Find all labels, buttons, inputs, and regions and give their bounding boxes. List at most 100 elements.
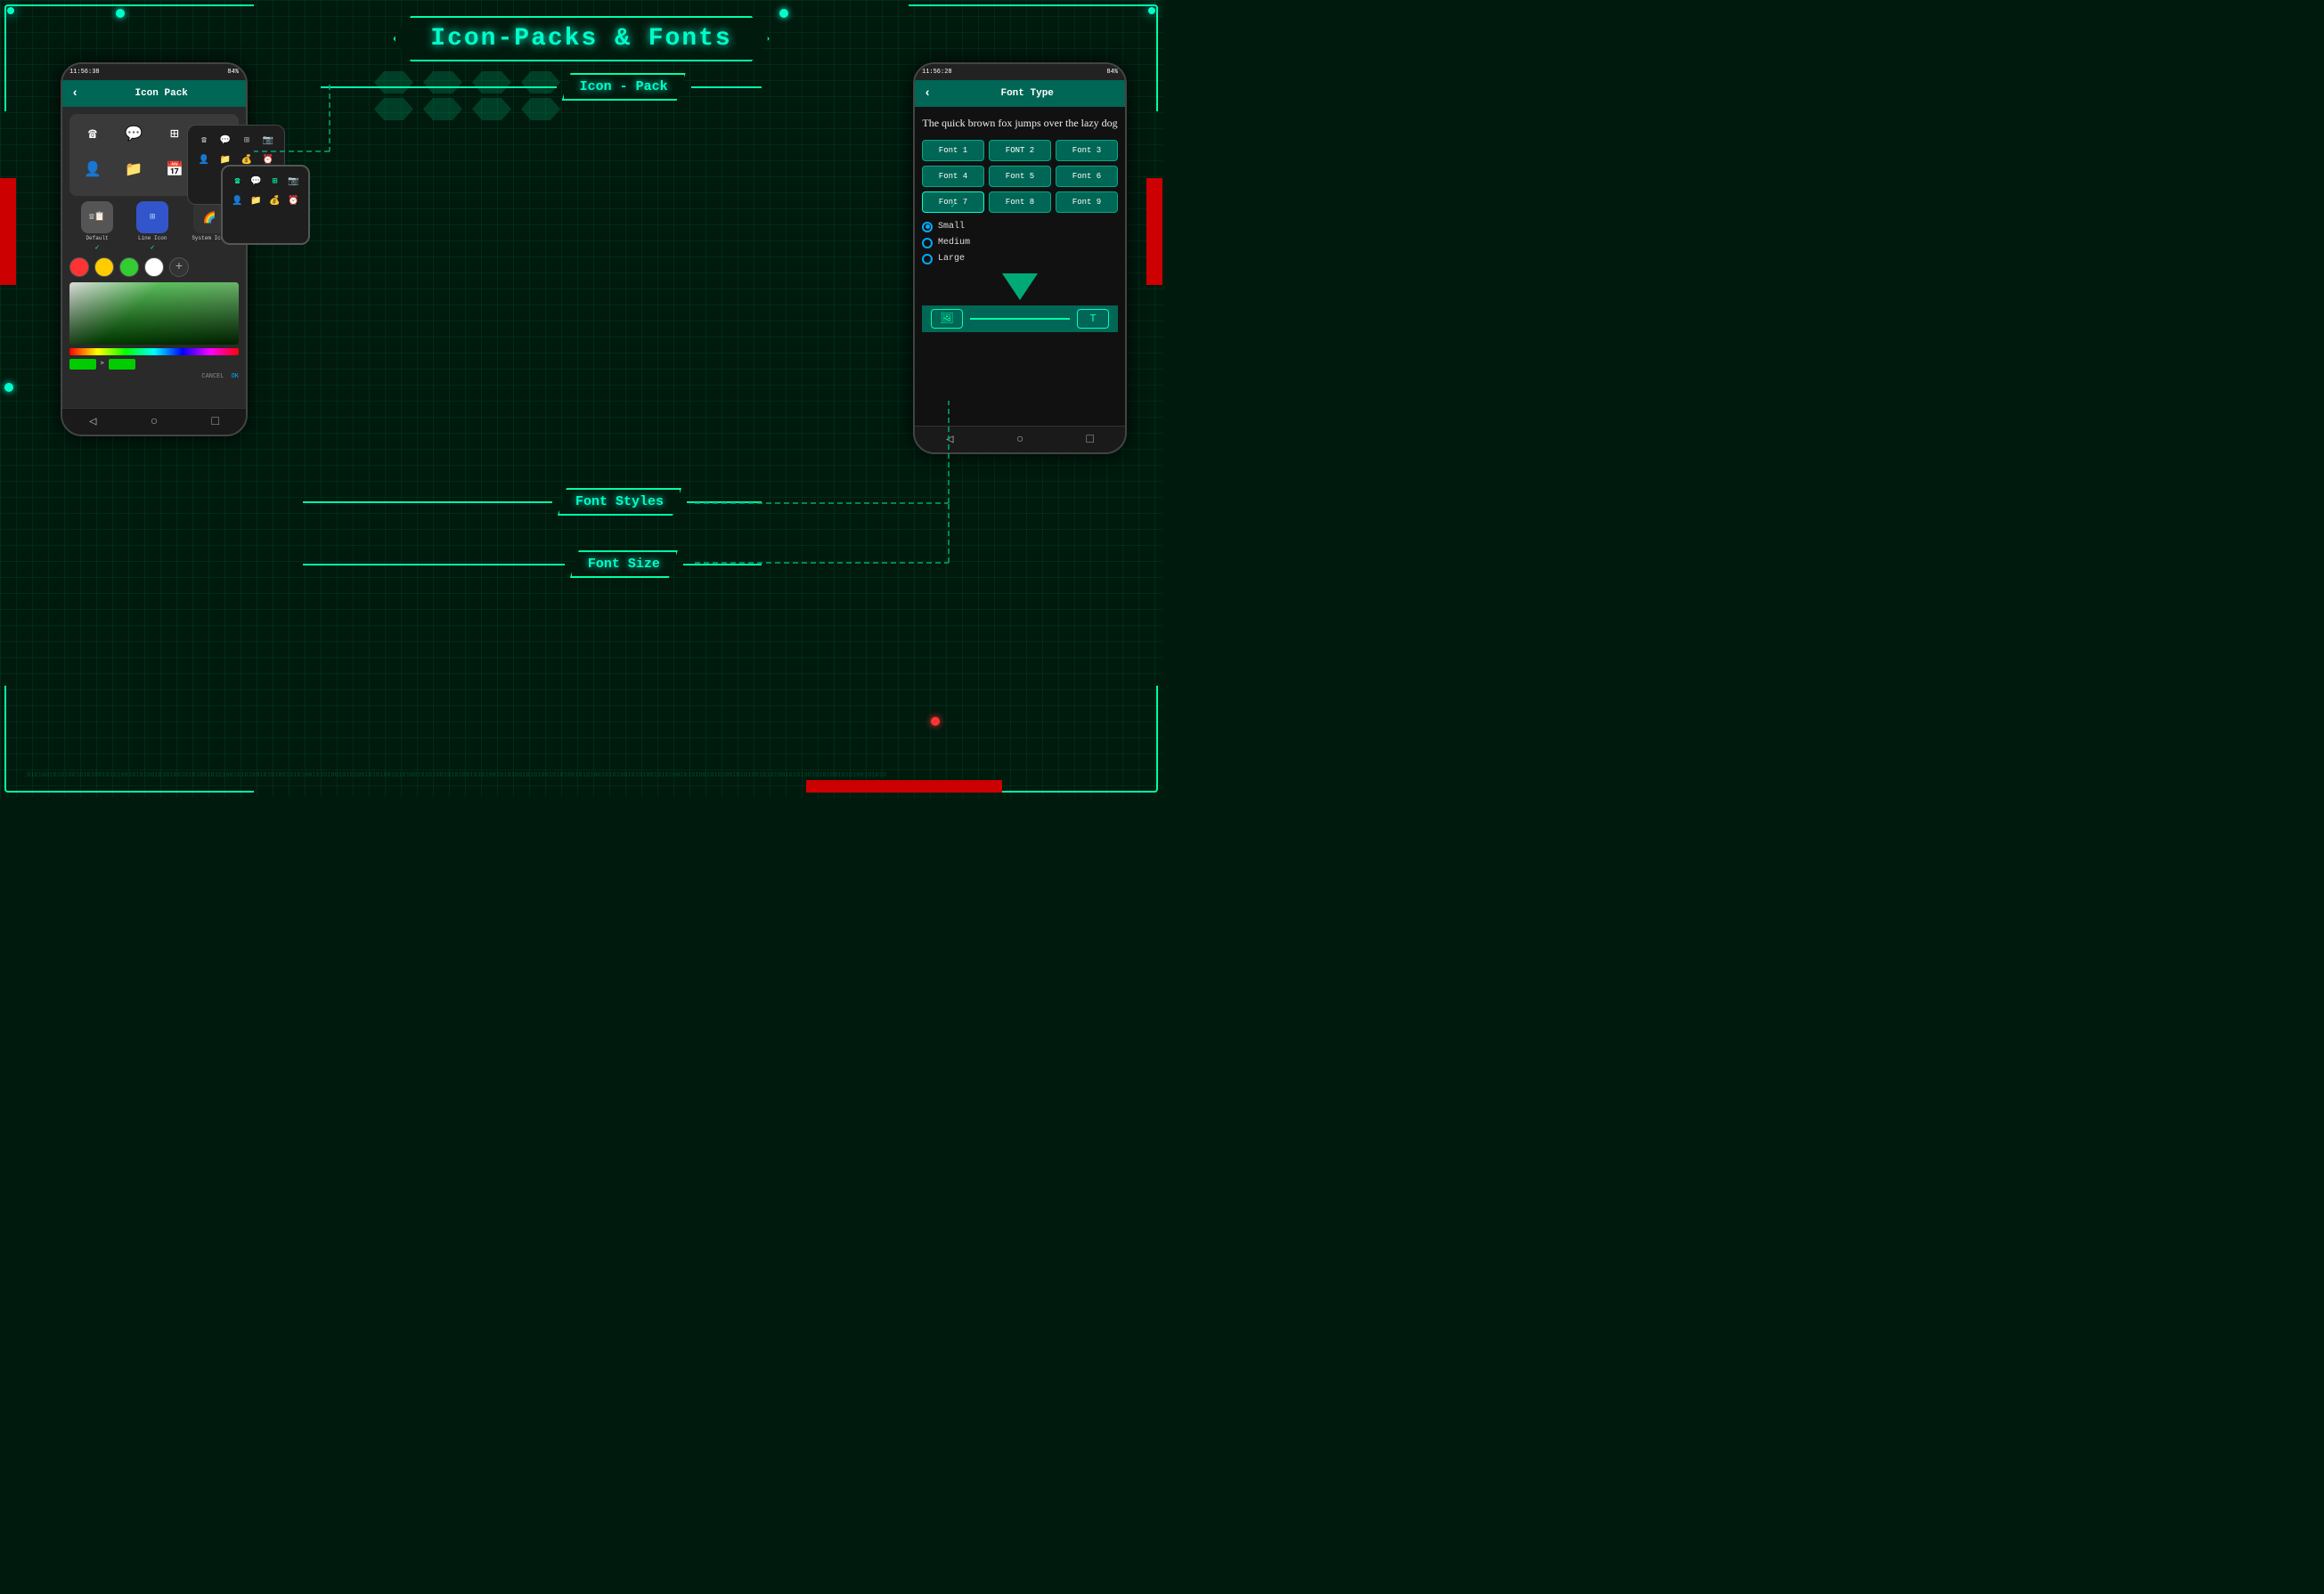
time-left: 11:56:38 (69, 69, 100, 76)
phone-right-status-bar: 11:56:28 84% (915, 64, 1125, 80)
bottom-divider (970, 318, 1070, 320)
color-green[interactable] (119, 257, 139, 277)
icon-msg: 💬 (116, 119, 151, 148)
font-btn-3[interactable]: Font 3 (1056, 140, 1118, 161)
nav-home-right[interactable]: ○ (1016, 433, 1023, 447)
font-styles-label-container: Font Styles (303, 488, 762, 516)
radio-small[interactable]: Small (922, 222, 1118, 232)
back-button-left[interactable]: ‹ (71, 86, 78, 101)
font-styles-label: Font Styles (558, 488, 681, 516)
font-btn-6[interactable]: Font 6 (1056, 166, 1118, 187)
line-label: Line Icon (138, 235, 167, 241)
font-btn-8[interactable]: Font 8 (989, 191, 1051, 213)
font-size-label-container: Font Size (303, 550, 762, 578)
font-size-label: Font Size (570, 550, 678, 578)
bottom-btn-image[interactable]: 🖼 (931, 309, 963, 329)
radio-medium-circle (922, 238, 933, 248)
color-picker-area[interactable] (69, 282, 239, 345)
font-preview-text: The quick brown fox jumps over the lazy … (922, 116, 1118, 131)
label-line-right-fs (687, 501, 762, 503)
font-btn-2[interactable]: FONT 2 (989, 140, 1051, 161)
ol-icon-2: 💬 (216, 133, 234, 149)
nav-recent-right[interactable]: □ (1086, 433, 1093, 447)
glow-dot-tl (7, 7, 14, 14)
label-line-left-fz (303, 564, 565, 565)
color-preview-from (69, 359, 96, 370)
triangle-indicator (1002, 273, 1038, 300)
red-accent-left (0, 178, 16, 285)
phone-right-nav: ◁ ○ □ (915, 426, 1125, 452)
front-icon-1: ☎ (230, 174, 245, 190)
back-button-right[interactable]: ‹ (924, 86, 931, 101)
font-btn-7[interactable]: Font 7 ✓ (922, 191, 984, 213)
front-icon-8: ⏰ (286, 193, 301, 209)
glow-dot-tr (1148, 7, 1155, 14)
label-line-left-ip (321, 86, 557, 88)
phone-right-bottom-bar: 🖼 T (922, 305, 1118, 332)
radio-small-label: Small (938, 222, 965, 232)
add-color-button[interactable]: + (169, 257, 189, 277)
nav-home[interactable]: ○ (151, 415, 158, 429)
front-icon-6: 📁 (249, 193, 264, 209)
cancel-button[interactable]: CANCEL (201, 373, 224, 380)
color-white[interactable] (144, 257, 164, 277)
radio-medium-label: Medium (938, 238, 970, 248)
radio-medium[interactable]: Medium (922, 238, 1118, 248)
label-line-right-fz (683, 564, 762, 565)
phone-left: 11:56:38 84% ‹ Icon Pack ☎ 💬 ⊞ 📷 👤 📁 (61, 62, 248, 436)
line-check: ✓ (151, 243, 155, 252)
font-btn-5[interactable]: Font 5 (989, 166, 1051, 187)
binary-decoration: 0101001010100101010010101001010100101010… (27, 766, 1136, 784)
color-action-row: CANCEL OK (69, 373, 239, 380)
phone-right: 11:56:28 84% ‹ Font Type The quick brown… (913, 62, 1127, 454)
phone-left-status-bar: 11:56:38 84% (62, 64, 246, 80)
hue-bar[interactable] (69, 348, 239, 355)
icon-type-default[interactable]: ☎📋 Default ✓ (81, 201, 113, 252)
ol-icon-1: ☎ (195, 133, 213, 149)
nav-back-right[interactable]: ◁ (946, 432, 953, 447)
front-icon-3: ⊞ (267, 174, 282, 190)
default-check: ✓ (95, 243, 100, 252)
battery-left: 84% (227, 69, 239, 76)
default-label: Default (86, 235, 108, 241)
font-btn-9[interactable]: Font 9 (1056, 191, 1118, 213)
red-dot-2 (931, 717, 940, 726)
icon-pack-title: Icon Pack (86, 88, 237, 99)
radio-large[interactable]: Large (922, 254, 1118, 264)
font-selected-check: ✓ (951, 201, 956, 210)
icon-contacts: 👤 (75, 155, 110, 183)
color-preview-to (109, 359, 135, 370)
battery-right: 84% (1106, 69, 1118, 76)
page-title: Icon-Packs & Fonts (430, 25, 731, 53)
phone-left-header: ‹ Icon Pack (62, 80, 246, 107)
nav-back[interactable]: ◁ (89, 414, 96, 429)
deco-dot-3 (779, 9, 788, 18)
color-preview-row: ➤ (69, 359, 239, 370)
front-icon-7: 💰 (267, 193, 282, 209)
deco-dot-1 (116, 9, 125, 18)
red-accent-right (1146, 178, 1162, 285)
icon-type-row: ☎📋 Default ✓ ⊞ Line Icon ✓ 🌈 Syst (69, 201, 239, 252)
label-line-left-fs (303, 501, 552, 503)
font-btn-1[interactable]: Font 1 (922, 140, 984, 161)
phone-right-body: The quick brown fox jumps over the lazy … (915, 107, 1125, 426)
font-grid: Font 1 FONT 2 Font 3 Font 4 Font 5 Font … (922, 140, 1118, 213)
color-yellow[interactable] (94, 257, 114, 277)
front-icon-5: 👤 (230, 193, 245, 209)
color-red[interactable] (69, 257, 89, 277)
color-arrow-icon: ➤ (100, 359, 105, 370)
overlay-icon-grid-mid: ☎ 💬 ⊞ 📷 👤 📁 💰 ⏰ (195, 133, 277, 168)
overlay-icon-grid-front: ☎ 💬 ⊞ 📷 👤 📁 💰 ⏰ (230, 174, 301, 209)
icon-folder: 📁 (116, 155, 151, 183)
ol-icon-4: 📷 (259, 133, 277, 149)
radio-large-circle (922, 254, 933, 264)
radio-large-label: Large (938, 254, 965, 264)
icon-pack-label-container: Icon - Pack (321, 73, 762, 101)
bottom-btn-font[interactable]: T (1077, 309, 1109, 329)
nav-recent[interactable]: □ (211, 415, 218, 429)
phone-left-nav: ◁ ○ □ (62, 408, 246, 435)
icon-type-line[interactable]: ⊞ Line Icon ✓ (136, 201, 168, 252)
ok-button[interactable]: OK (232, 373, 239, 380)
font-btn-4[interactable]: Font 4 (922, 166, 984, 187)
font-type-title: Font Type (938, 88, 1116, 99)
